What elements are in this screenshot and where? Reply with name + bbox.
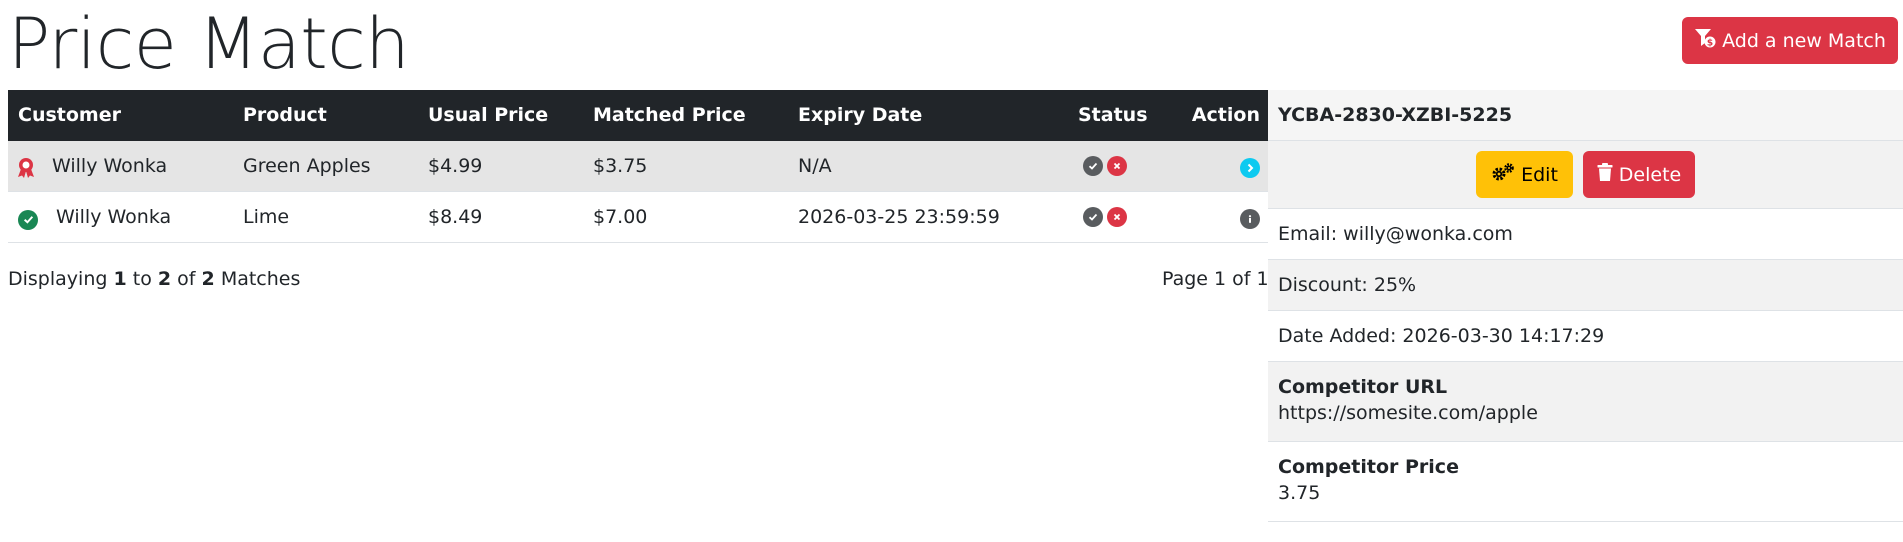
header-customer: Customer [18, 104, 121, 126]
action-cell [1240, 156, 1260, 178]
pagination-suffix: Matches [220, 268, 301, 290]
matched-price-cell: $7.00 [593, 206, 648, 228]
svg-text:$: $ [1707, 39, 1713, 49]
matches-table: Customer Product Usual Price Matched Pri… [8, 90, 1268, 243]
approve-check-icon[interactable] [1083, 156, 1103, 176]
detail-panel: YCBA-2830-XZBI-5225 Edit Delete Email: w… [1268, 90, 1903, 522]
pagination-prefix: Displaying [8, 268, 108, 290]
info-icon[interactable] [1240, 209, 1260, 229]
add-match-label: Add a new Match [1722, 29, 1886, 52]
competitor-url-label: Competitor URL [1278, 376, 1448, 398]
customer-cell: Willy Wonka [56, 206, 172, 228]
delete-button[interactable]: Delete [1583, 151, 1695, 198]
header-usual-price: Usual Price [428, 104, 549, 126]
header-product: Product [243, 104, 327, 126]
product-cell: Lime [243, 206, 290, 228]
usual-price-cell: $8.49 [428, 206, 483, 228]
match-code: YCBA-2830-XZBI-5225 [1268, 90, 1903, 141]
table-row[interactable]: Willy Wonka Green Apples $4.99 $3.75 N/A [8, 141, 1268, 192]
page-title: Price Match [8, 3, 410, 85]
table-header: Customer Product Usual Price Matched Pri… [8, 90, 1268, 141]
expiry-cell: N/A [798, 155, 832, 177]
detail-competitor-url: Competitor URL https://somesite.com/appl… [1268, 362, 1903, 442]
filter-dollar-icon: $ [1694, 28, 1716, 53]
competitor-price-label: Competitor Price [1278, 456, 1459, 478]
detail-discount: Discount: 25% [1268, 260, 1903, 311]
pagination-of-word: of [177, 268, 196, 290]
reject-x-icon[interactable] [1107, 207, 1127, 227]
customer-cell: Willy Wonka [52, 155, 168, 177]
header-action: Action [1191, 104, 1260, 126]
usual-price-cell: $4.99 [428, 155, 483, 177]
status-cell [1083, 207, 1127, 229]
reject-x-icon[interactable] [1107, 156, 1127, 176]
header-status: Status [1078, 104, 1148, 126]
ribbon-award-icon [16, 157, 36, 178]
edit-button[interactable]: Edit [1476, 151, 1573, 198]
pagination-summary: Displaying 1 to 2 of 2 Matches [8, 268, 300, 290]
pagination-to: 2 [157, 268, 172, 290]
check-circle-icon [16, 208, 38, 230]
chevron-right-icon[interactable] [1240, 158, 1260, 178]
competitor-url-value: https://somesite.com/apple [1278, 402, 1538, 424]
trash-icon [1597, 162, 1613, 187]
delete-label: Delete [1618, 163, 1682, 186]
header-matched-price: Matched Price [593, 104, 746, 126]
expiry-cell: 2026-03-25 23:59:59 [798, 206, 1000, 228]
competitor-price-value: 3.75 [1278, 482, 1321, 504]
detail-competitor-price: Competitor Price 3.75 [1268, 442, 1903, 522]
detail-date-added: Date Added: 2026-03-30 14:17:29 [1268, 311, 1903, 362]
status-cell [1083, 156, 1127, 178]
approve-check-icon[interactable] [1083, 207, 1103, 227]
detail-email: Email: willy@wonka.com [1268, 209, 1903, 260]
pagination-from: 1 [113, 268, 127, 290]
gears-icon [1491, 162, 1515, 187]
detail-actions: Edit Delete [1268, 141, 1903, 209]
edit-label: Edit [1521, 163, 1558, 186]
page-indicator: Page 1 of 1 [1162, 268, 1269, 290]
action-cell [1240, 207, 1260, 229]
matched-price-cell: $3.75 [593, 155, 648, 177]
pagination-total: 2 [201, 268, 215, 290]
product-cell: Green Apples [243, 155, 371, 177]
header-expiry-date: Expiry Date [798, 104, 923, 126]
table-row[interactable]: Willy Wonka Lime $8.49 $7.00 2026-03-25 … [8, 192, 1268, 243]
pagination-to-word: to [132, 268, 152, 290]
add-match-button[interactable]: $ Add a new Match [1682, 17, 1898, 64]
